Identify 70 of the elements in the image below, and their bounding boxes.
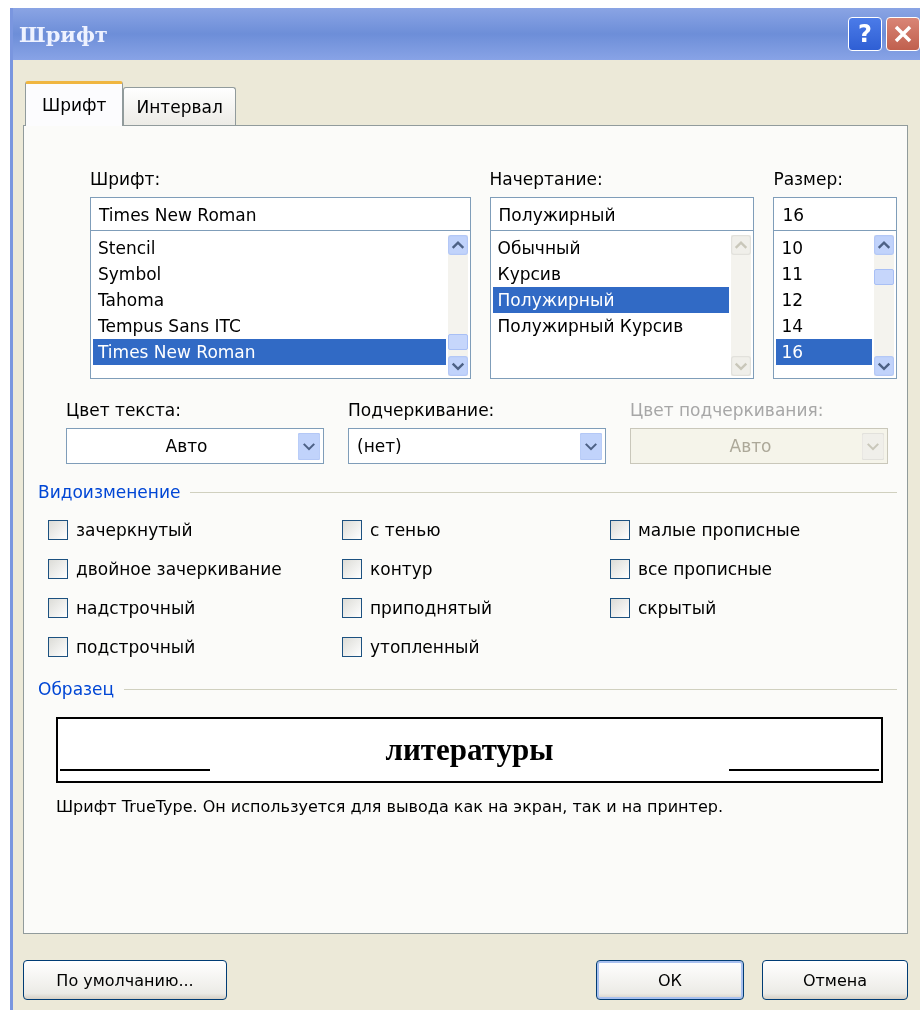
checkbox-label[interactable]: все прописные	[638, 559, 773, 579]
tab[interactable]: Интервал	[123, 87, 236, 125]
text-field[interactable]: Times New Roman	[90, 197, 471, 231]
checkbox[interactable]	[610, 559, 630, 579]
field-label: Цвет подчеркивания:	[630, 399, 825, 422]
text-field[interactable]: Полужирный	[489, 197, 755, 231]
group-title: Видоизменение	[38, 482, 181, 502]
dropdown-arrow-icon[interactable]	[298, 432, 320, 460]
dropdown[interactable]: Авто	[66, 428, 324, 464]
default-button[interactable]: По умолчанию...	[23, 960, 227, 1000]
checkbox[interactable]	[342, 559, 362, 579]
checkbox-label[interactable]: с тенью	[370, 520, 441, 540]
field-label: Подчеркивание:	[348, 399, 496, 422]
checkbox-label[interactable]: контур	[370, 559, 433, 579]
help-button[interactable]: ?	[848, 17, 882, 51]
checkbox[interactable]	[48, 520, 68, 540]
list-item[interactable]: Stencil	[93, 235, 446, 261]
scrollbar[interactable]	[874, 235, 894, 376]
checkbox-label[interactable]: двойное зачеркивание	[76, 559, 282, 579]
list-item[interactable]: Times New Roman	[93, 339, 446, 365]
field-label: Размер:	[773, 168, 844, 191]
close-button[interactable]	[886, 17, 920, 51]
dropdown-arrow-icon[interactable]	[580, 432, 602, 460]
text-field[interactable]: 16	[773, 197, 897, 231]
list-item[interactable]: Tempus Sans ITC	[93, 313, 446, 339]
scroll-down-icon[interactable]	[447, 356, 468, 376]
list-item[interactable]: Обычный	[492, 235, 730, 261]
scroll-thumb[interactable]	[874, 269, 894, 285]
dropdown[interactable]: (нет)	[348, 428, 606, 464]
field-label: Начертание:	[489, 168, 604, 191]
window-title: Шрифт	[19, 21, 108, 47]
close-icon	[892, 23, 914, 45]
list-item[interactable]: 16	[776, 339, 872, 365]
cancel-button[interactable]: Отмена	[762, 960, 908, 1000]
checkbox-label[interactable]: малые прописные	[638, 520, 801, 540]
checkbox[interactable]	[342, 598, 362, 618]
checkbox[interactable]	[48, 559, 68, 579]
list-item[interactable]: Полужирный Курсив	[492, 313, 730, 339]
scroll-thumb[interactable]	[447, 334, 468, 350]
list-item[interactable]: 11	[776, 261, 872, 287]
group-title: Образец	[38, 679, 115, 699]
tab[interactable]: Шрифт	[25, 81, 124, 126]
checkbox[interactable]	[48, 637, 68, 657]
list-item[interactable]: Курсив	[492, 261, 730, 287]
list-item[interactable]: 10	[776, 235, 872, 261]
field-label: Шрифт:	[90, 168, 162, 191]
list-item[interactable]: 12	[776, 287, 872, 313]
checkbox[interactable]	[610, 598, 630, 618]
ok-button[interactable]: ОК	[596, 960, 744, 1000]
list-item[interactable]: 14	[776, 313, 872, 339]
checkbox-label[interactable]: зачеркнутый	[76, 520, 193, 540]
list-item[interactable]: Полужирный	[492, 287, 730, 313]
scroll-down-icon[interactable]	[874, 356, 894, 376]
scroll-up-icon[interactable]	[447, 235, 468, 255]
checkbox-label[interactable]: приподнятый	[370, 598, 492, 618]
checkbox-label[interactable]: надстрочный	[76, 598, 196, 618]
list-item[interactable]: Symbol	[93, 261, 446, 287]
font-description: Шрифт TrueType. Он используется для вывода как на экран, так и на принтер.	[56, 797, 724, 816]
scroll-up-icon[interactable]	[874, 235, 894, 255]
checkbox[interactable]	[48, 598, 68, 618]
sample-text: литературы	[385, 732, 554, 768]
list-item[interactable]: Tahoma	[93, 287, 446, 313]
checkbox-label[interactable]: подстрочный	[76, 637, 196, 657]
checkbox-label[interactable]: утопленный	[370, 637, 480, 657]
checkbox[interactable]	[342, 520, 362, 540]
checkbox-label[interactable]: скрытый	[638, 598, 717, 618]
field-label: Цвет текста:	[66, 399, 182, 422]
scrollbar[interactable]	[447, 235, 468, 376]
checkbox[interactable]	[610, 520, 630, 540]
checkbox[interactable]	[342, 637, 362, 657]
